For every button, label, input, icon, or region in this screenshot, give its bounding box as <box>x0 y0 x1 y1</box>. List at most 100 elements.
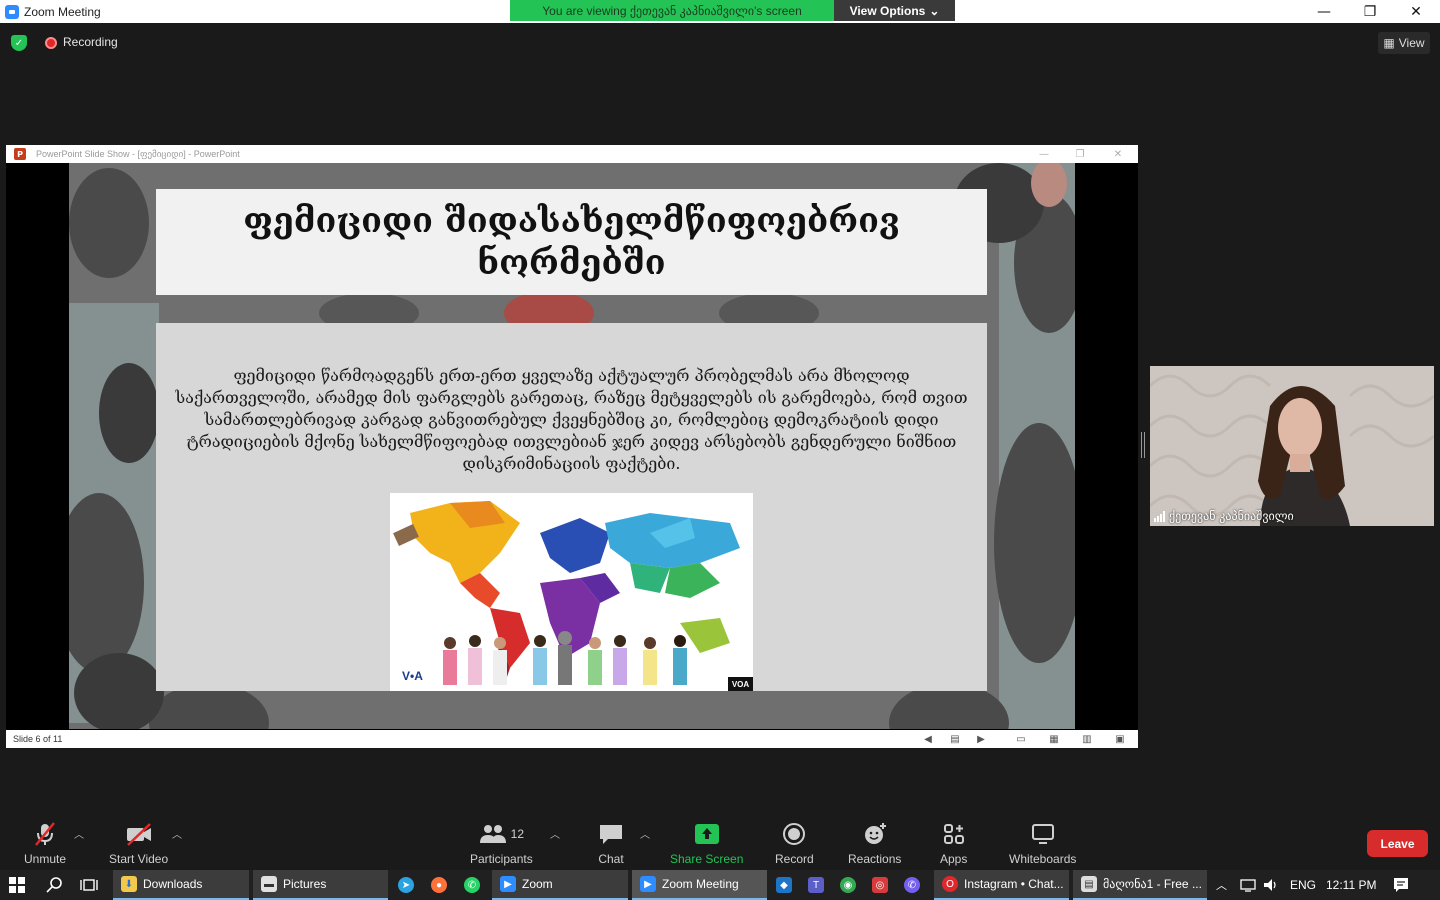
chat-label: Chat <box>598 852 624 866</box>
telegram-icon[interactable]: ➤ <box>398 870 414 900</box>
volume-icon[interactable] <box>1263 870 1279 900</box>
record-button[interactable]: Record <box>775 820 814 866</box>
whiteboards-button[interactable]: Whiteboards <box>1009 820 1076 866</box>
vscode-icon[interactable]: ◆ <box>776 870 792 900</box>
smiley-plus-icon <box>862 820 888 848</box>
share-screen-label: Share Screen <box>670 852 744 866</box>
recording-icon <box>45 37 57 49</box>
opera-icon: O <box>942 876 958 892</box>
record-label: Record <box>775 852 814 866</box>
slide: ფემიციდი შიდასახელმწიფოებრივ ნორმებში ფე… <box>69 163 1075 729</box>
participant-name: ქეთევან კაპნიაშვილი <box>1169 509 1294 523</box>
powerpoint-statusbar: Slide 6 of 11 ◀ ▤ ▶ ▭ ▦ ▥ ▣ <box>6 730 1138 748</box>
powerpoint-icon: P <box>14 148 26 160</box>
world-map-illustration <box>390 493 753 691</box>
reactions-label: Reactions <box>848 852 902 866</box>
taskbar-instagram[interactable]: O Instagram • Chat... <box>934 870 1069 900</box>
close-button[interactable]: ✕ <box>1393 0 1439 23</box>
slide-title: ფემიციდი შიდასახელმწიფოებრივ ნორმებში <box>243 200 900 284</box>
share-screen-button[interactable]: Share Screen <box>670 820 743 866</box>
participant-count: 12 <box>510 827 525 841</box>
download-folder-icon: ⬇ <box>121 876 137 892</box>
leave-button[interactable]: Leave <box>1367 830 1428 857</box>
voa-badge: VOA <box>728 677 753 691</box>
apps-button[interactable]: Apps <box>940 820 967 866</box>
reactions-button[interactable]: Reactions <box>848 820 901 866</box>
task-view-icon[interactable] <box>80 870 98 900</box>
signal-strength-icon <box>1154 510 1165 522</box>
slide-body-box: ფემიციდი წარმოადგენს ერთ-ერთ ყველაზე აქტ… <box>156 323 987 691</box>
chat-caret-icon[interactable]: ︿ <box>640 826 650 841</box>
splitter-handle[interactable] <box>1141 432 1145 458</box>
view-label: View <box>1398 36 1425 50</box>
slide-sorter-icon: ▦ <box>1049 733 1059 745</box>
minimize-button[interactable]: — <box>1301 0 1347 23</box>
participant-name-tag: ქეთევან კაპნიაშვილი <box>1154 509 1294 523</box>
pictures-folder-icon: ▬ <box>261 876 277 892</box>
zoom-app-icon <box>5 4 19 19</box>
camera-app-icon[interactable]: ◎ <box>872 870 888 900</box>
meeting-toolbar: Unmute ︿ Start Video ︿ 12 Participants ︿… <box>0 810 1440 870</box>
unmute-button[interactable]: Unmute <box>24 820 66 866</box>
teams-icon[interactable]: T <box>808 870 824 900</box>
chevron-down-icon: ⌄ <box>929 3 940 18</box>
taskbar-zoom-label: Zoom <box>522 877 553 891</box>
pp-minimize-icon: — <box>1039 148 1049 160</box>
participants-icon: 12 <box>479 820 524 848</box>
taskbar-downloads[interactable]: ⬇ Downloads <box>113 870 249 900</box>
chevron-up-icon[interactable]: ︿ <box>1216 870 1227 900</box>
firefox-icon[interactable]: ● <box>431 870 447 900</box>
zoom-icon: ▶ <box>500 876 516 892</box>
notifications-icon[interactable] <box>1393 870 1409 900</box>
powerpoint-title: PowerPoint Slide Show - [ფემიციდი] - Pow… <box>36 148 240 159</box>
windows-taskbar: ⬇ Downloads ▬ Pictures ➤ ● ✆ ▶ Zoom ▶ Zo… <box>0 870 1440 900</box>
restore-button[interactable]: ❐ <box>1347 0 1393 23</box>
participant-video[interactable]: ქეთევან კაპნიაშვილი <box>1150 366 1434 526</box>
participants-caret-icon[interactable]: ︿ <box>550 826 560 841</box>
taskbar-instagram-label: Instagram • Chat... <box>964 877 1064 891</box>
shared-screen: P PowerPoint Slide Show - [ფემიციდი] - P… <box>6 145 1138 748</box>
record-icon <box>782 820 806 848</box>
taskbar-pictures[interactable]: ▬ Pictures <box>253 870 388 900</box>
zoom-meeting-icon: ▶ <box>640 876 656 892</box>
chrome-icon[interactable]: ◉ <box>840 870 856 900</box>
whiteboards-label: Whiteboards <box>1009 852 1077 866</box>
taskbar-document-label: მაღონა1 - Free ... <box>1103 877 1202 891</box>
grid-icon: ▦ <box>1383 36 1395 50</box>
windows-start-icon[interactable] <box>9 870 25 900</box>
view-options-label: View Options <box>849 3 926 18</box>
voa-logo: V•A <box>402 669 423 683</box>
unmute-label: Unmute <box>24 852 67 866</box>
taskbar-zoom[interactable]: ▶ Zoom <box>492 870 628 900</box>
taskbar-zoom-meeting-label: Zoom Meeting <box>662 877 739 891</box>
view-options-button[interactable]: View Options ⌄ <box>834 0 955 21</box>
viber-icon[interactable]: ✆ <box>904 870 920 900</box>
taskbar-downloads-label: Downloads <box>143 877 203 891</box>
search-icon[interactable] <box>46 870 64 900</box>
view-button[interactable]: ▦ View <box>1378 32 1430 54</box>
video-off-icon <box>125 820 153 848</box>
pp-restore-icon: ❐ <box>1075 148 1085 160</box>
participants-button[interactable]: 12 Participants <box>470 820 533 866</box>
apps-icon <box>943 820 965 848</box>
audio-options-caret-icon[interactable]: ︿ <box>74 826 84 841</box>
video-options-caret-icon[interactable]: ︿ <box>172 826 182 841</box>
taskbar-zoom-meeting[interactable]: ▶ Zoom Meeting <box>632 870 767 900</box>
slide-body-text: ფემიციდი წარმოადგენს ერთ-ერთ ყველაზე აქტ… <box>175 366 968 473</box>
encryption-shield-icon[interactable]: ✓ <box>11 35 27 51</box>
network-icon[interactable] <box>1240 870 1256 900</box>
start-video-button[interactable]: Start Video <box>109 820 168 866</box>
start-video-label: Start Video <box>109 852 169 866</box>
taskbar-document[interactable]: ▤ მაღონა1 - Free ... <box>1073 870 1207 900</box>
participants-label: Participants <box>470 852 533 866</box>
world-map-image: V•A VOA <box>390 493 753 691</box>
whiteboard-icon <box>1031 820 1055 848</box>
clock[interactable]: 12:11 PM <box>1326 870 1376 900</box>
document-icon: ▤ <box>1081 876 1097 892</box>
whatsapp-icon[interactable]: ✆ <box>464 870 480 900</box>
recording-label: Recording <box>63 35 118 49</box>
pp-close-icon: ✕ <box>1113 148 1123 160</box>
chat-button[interactable]: Chat <box>598 820 624 866</box>
language-indicator[interactable]: ENG <box>1290 870 1316 900</box>
normal-view-icon: ▭ <box>1016 733 1026 745</box>
